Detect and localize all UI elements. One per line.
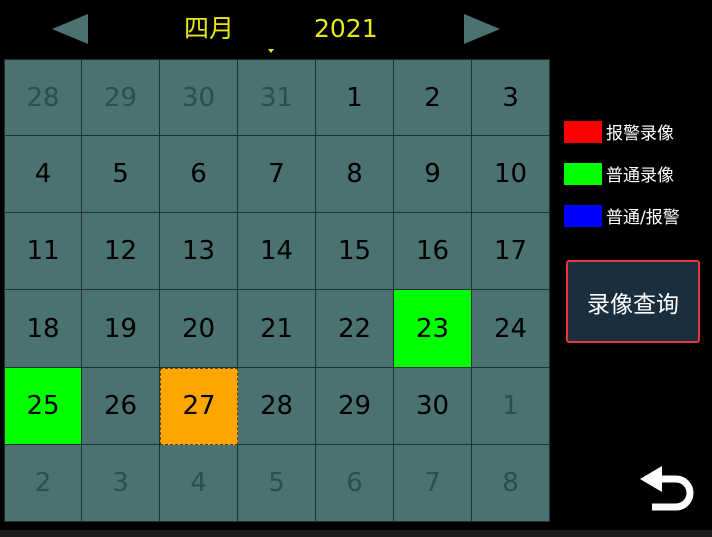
calendar-day-cell[interactable]: 1 <box>472 367 550 445</box>
calendar-day-cell[interactable]: 24 <box>472 290 550 368</box>
calendar-day-cell[interactable]: 8 <box>472 444 550 522</box>
calendar-day-cell[interactable]: 7 <box>394 444 472 522</box>
legend-normal-alarm: 普通/报警 <box>564 203 680 228</box>
calendar-day-cell[interactable]: 27 <box>160 367 238 445</box>
calendar-day-cell[interactable]: 16 <box>394 213 472 291</box>
calendar-day-cell[interactable]: 22 <box>316 290 394 368</box>
calendar-day-cell[interactable]: 4 <box>160 444 238 522</box>
next-month-icon[interactable] <box>462 12 502 46</box>
calendar-day-cell[interactable]: 15 <box>316 213 394 291</box>
calendar-day-cell[interactable]: 2 <box>4 444 82 522</box>
calendar-day-cell[interactable]: 29 <box>82 59 160 137</box>
legend-alarm-recording: 报警录像 <box>564 119 674 144</box>
calendar-day-cell[interactable]: 20 <box>160 290 238 368</box>
month-label[interactable]: 四月 <box>184 12 234 46</box>
calendar-day-cell[interactable]: 18 <box>4 290 82 368</box>
caret-down-icon <box>268 49 274 53</box>
calendar-day-cell[interactable]: 6 <box>316 444 394 522</box>
calendar-day-cell[interactable]: 14 <box>238 213 316 291</box>
year-label[interactable]: 2021 <box>314 12 378 46</box>
calendar-day-cell[interactable]: 30 <box>160 59 238 137</box>
calendar-day-cell[interactable]: 28 <box>4 59 82 137</box>
calendar-day-cell[interactable]: 3 <box>82 444 160 522</box>
legend-swatch-blue <box>564 204 602 227</box>
legend-label: 普通/报警 <box>606 208 680 228</box>
calendar-day-cell[interactable]: 23 <box>394 290 472 368</box>
calendar-day-cell[interactable]: 21 <box>238 290 316 368</box>
calendar-day-cell[interactable]: 28 <box>238 367 316 445</box>
calendar-day-cell[interactable]: 4 <box>4 136 82 214</box>
calendar-day-cell[interactable]: 5 <box>238 444 316 522</box>
calendar-day-cell[interactable]: 11 <box>4 213 82 291</box>
legend-swatch-red <box>564 120 602 143</box>
previous-month-icon[interactable] <box>50 12 90 46</box>
calendar-day-cell[interactable]: 6 <box>160 136 238 214</box>
calendar-day-cell[interactable]: 29 <box>316 367 394 445</box>
calendar-day-cell[interactable]: 30 <box>394 367 472 445</box>
legend-label: 报警录像 <box>606 124 674 144</box>
legend-label: 普通录像 <box>606 166 674 186</box>
back-icon[interactable] <box>638 465 694 519</box>
calendar-day-cell[interactable]: 8 <box>316 136 394 214</box>
calendar-day-cell[interactable]: 25 <box>4 367 82 445</box>
calendar-day-cell[interactable]: 1 <box>316 59 394 137</box>
calendar-day-cell[interactable]: 9 <box>394 136 472 214</box>
legend-swatch-green <box>564 162 602 185</box>
calendar-day-cell[interactable]: 3 <box>472 59 550 137</box>
calendar-day-cell[interactable]: 26 <box>82 367 160 445</box>
record-query-button[interactable]: 录像查询 <box>566 260 700 343</box>
calendar-grid: 28 29 30 31 1 2 3 4 5 6 7 8 9 10 11 12 13 14 15 16 17 18 19 20 2… <box>4 59 550 522</box>
calendar-day-cell[interactable]: 10 <box>472 136 550 214</box>
calendar-day-cell[interactable]: 12 <box>82 213 160 291</box>
bottom-strip <box>0 530 712 537</box>
calendar-day-cell[interactable]: 7 <box>238 136 316 214</box>
calendar-day-cell[interactable]: 5 <box>82 136 160 214</box>
calendar-day-cell[interactable]: 31 <box>238 59 316 137</box>
calendar-day-cell[interactable]: 2 <box>394 59 472 137</box>
legend-normal-recording: 普通录像 <box>564 161 674 186</box>
calendar-day-cell[interactable]: 13 <box>160 213 238 291</box>
calendar-day-cell[interactable]: 19 <box>82 290 160 368</box>
calendar-day-cell[interactable]: 17 <box>472 213 550 291</box>
